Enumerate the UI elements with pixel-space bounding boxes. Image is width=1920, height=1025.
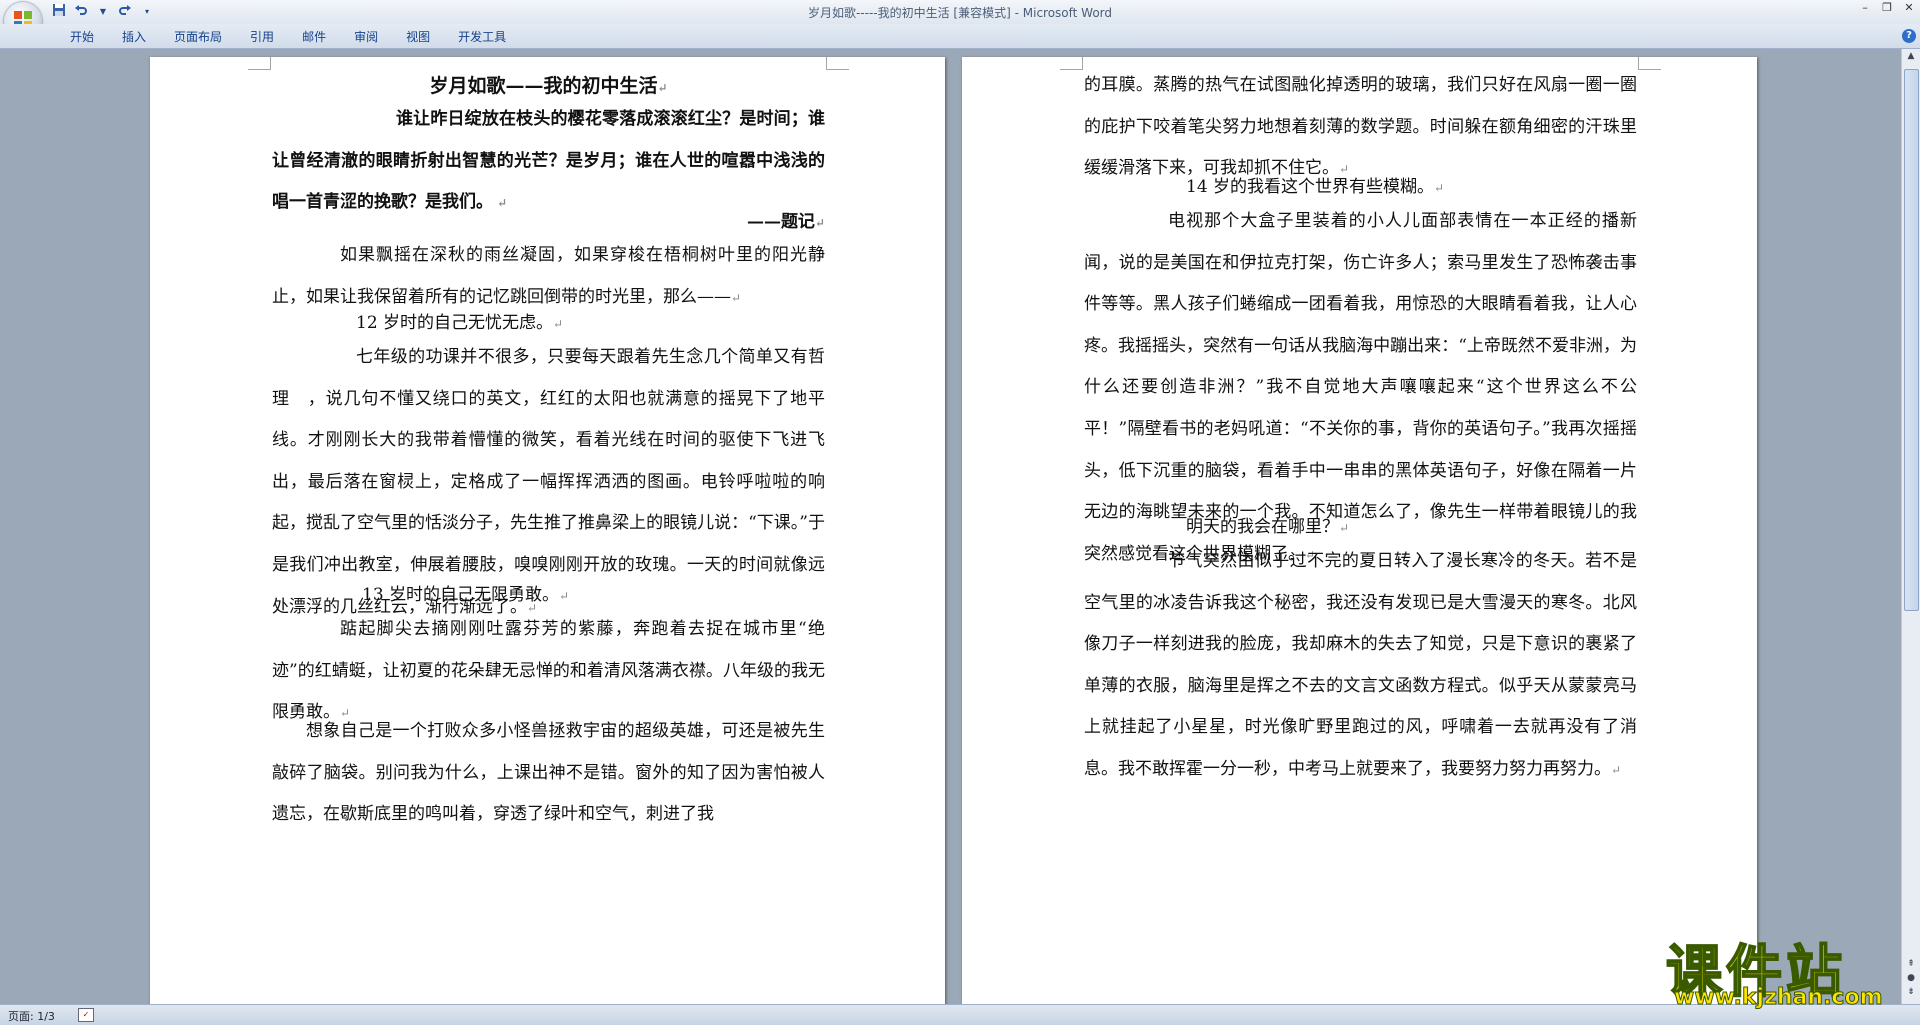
help-icon[interactable]: ? xyxy=(1902,29,1916,43)
status-bar: 页面: 1/3 ✓ xyxy=(0,1004,1920,1025)
window-title: 岁月如歌-----我的初中生活 [兼容模式] - Microsoft Word xyxy=(807,6,1113,20)
crop-mark xyxy=(826,57,849,70)
window-controls: – ❐ ✕ xyxy=(1854,0,1920,18)
title-bar: ▼ ▾ 岁月如歌-----我的初中生活 [兼容模式] - Microsoft W… xyxy=(0,0,1920,40)
tab-view[interactable]: 视图 xyxy=(392,29,444,45)
select-browse-object-icon[interactable]: ● xyxy=(1904,973,1918,987)
body-paragraph: 想象自己是一个打败众多小怪兽拯救宇宙的超级英雄，可还是被先生敲碎了脑袋。别问我为… xyxy=(272,721,825,825)
close-icon[interactable]: ✕ xyxy=(1898,0,1920,18)
watermark-logo: 课件站 www.kjzhan.com xyxy=(1665,933,1902,1011)
minimize-icon[interactable]: – xyxy=(1854,0,1876,18)
document-workspace: 岁月如歌——我的初中生活↵ 谁让昨日绽放在枝头的樱花零落成滚滚红尘？是时间；谁让… xyxy=(0,49,1902,1005)
tab-home[interactable]: 开始 xyxy=(56,29,108,45)
tab-insert[interactable]: 插入 xyxy=(108,29,160,45)
tab-review[interactable]: 审阅 xyxy=(340,29,392,45)
previous-page-icon[interactable]: ⇞ xyxy=(1904,959,1918,973)
body-paragraph: 节气突然由似乎过不完的夏日转入了漫长寒冷的冬天。若不是空气里的冰凌告诉我这个秘密… xyxy=(1084,551,1637,779)
page-count[interactable]: 页面: 1/3 xyxy=(8,1008,55,1024)
restore-icon[interactable]: ❐ xyxy=(1876,0,1898,18)
document-page-2[interactable]: 的耳膜。蒸腾的热气在试图融化掉透明的玻璃，我们只好在风扇一圈一圈的庇护下咬着笔尖… xyxy=(962,57,1757,1005)
proofing-icon[interactable]: ✓ xyxy=(78,1008,94,1022)
crop-mark xyxy=(1060,57,1083,70)
scroll-up-icon[interactable]: ▲ xyxy=(1904,51,1918,65)
tab-page-layout[interactable]: 页面布局 xyxy=(160,29,236,45)
crop-mark xyxy=(248,57,271,70)
crop-mark xyxy=(1638,57,1661,70)
document-page-1[interactable]: 岁月如歌——我的初中生活↵ 谁让昨日绽放在枝头的樱花零落成滚滚红尘？是时间；谁让… xyxy=(150,57,945,1005)
tab-developer[interactable]: 开发工具 xyxy=(444,29,520,45)
tab-references[interactable]: 引用 xyxy=(236,29,288,45)
tab-mailings[interactable]: 邮件 xyxy=(288,29,340,45)
next-page-icon[interactable]: ⇟ xyxy=(1904,987,1918,1001)
ribbon-tabs: 开始 插入 页面布局 引用 邮件 审阅 视图 开发工具 ? xyxy=(0,24,1920,49)
scroll-thumb[interactable] xyxy=(1904,69,1919,611)
watermark-url: www.kjzhan.com xyxy=(1674,985,1884,1011)
vertical-scrollbar[interactable]: ▲ ⇞ ● ⇟ xyxy=(1901,49,1920,1005)
